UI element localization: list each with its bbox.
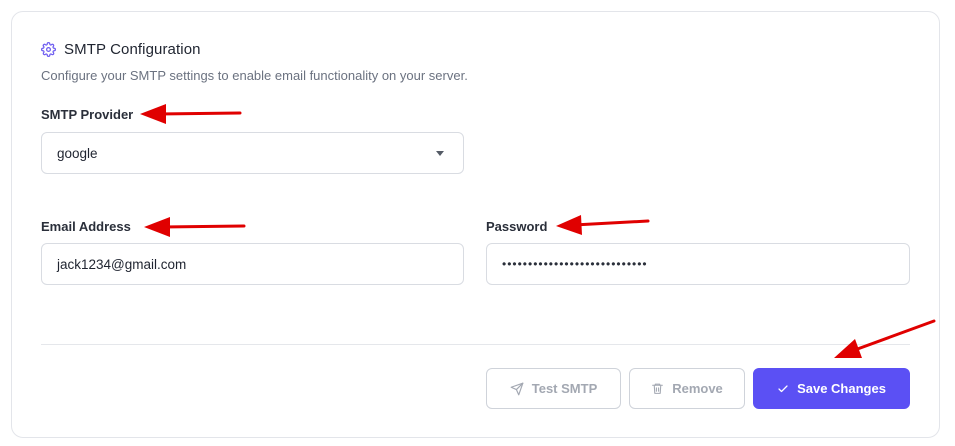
password-value: ••••••••••••••••••••••••••••: [502, 257, 648, 271]
remove-button[interactable]: Remove: [629, 368, 745, 409]
password-label: Password: [486, 219, 548, 234]
test-smtp-label: Test SMTP: [531, 381, 598, 396]
email-address-label: Email Address: [41, 219, 131, 234]
save-changes-button[interactable]: Save Changes: [753, 368, 910, 409]
section-title: SMTP Configuration: [64, 41, 201, 58]
remove-label: Remove: [672, 381, 723, 396]
check-icon: [778, 384, 788, 392]
email-address-input[interactable]: jack1234@gmail.com: [41, 243, 464, 285]
trash-icon: [652, 383, 664, 394]
smtp-provider-value: google: [57, 145, 98, 161]
gear-icon: [41, 42, 56, 57]
password-input[interactable]: ••••••••••••••••••••••••••••: [486, 243, 910, 285]
divider: [41, 344, 910, 345]
smtp-provider-select[interactable]: google: [41, 132, 464, 174]
save-changes-label: Save Changes: [797, 381, 886, 396]
smtp-configuration-card: SMTP Configuration Configure your SMTP s…: [11, 11, 940, 438]
section-subtitle: Configure your SMTP settings to enable e…: [41, 68, 468, 83]
caret-down-icon: [436, 151, 444, 156]
test-smtp-button[interactable]: Test SMTP: [486, 368, 621, 409]
smtp-provider-label: SMTP Provider: [41, 107, 134, 122]
section-header: SMTP Configuration: [41, 41, 201, 58]
send-icon: [510, 382, 524, 395]
email-address-value: jack1234@gmail.com: [57, 256, 187, 272]
